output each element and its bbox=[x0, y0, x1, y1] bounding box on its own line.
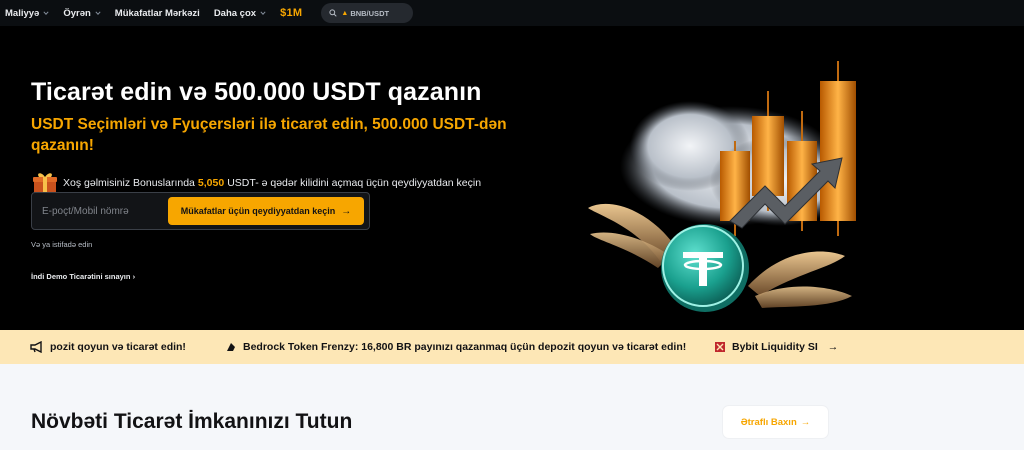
ticker-text: Bedrock Token Frenzy: 16,800 BR payınızı… bbox=[243, 341, 687, 353]
signup-form: Mükafatlar üçün qeydiyyatdan keçin → bbox=[31, 192, 370, 230]
token-icon bbox=[227, 343, 235, 351]
ticker-text: pozit qoyun və ticarət edin! bbox=[50, 341, 186, 353]
search-box[interactable]: ▲ BNB/USDT bbox=[321, 3, 414, 23]
promo-1m-badge[interactable]: $1M bbox=[280, 7, 302, 19]
nav-item-learn[interactable]: Öyrən bbox=[63, 7, 101, 19]
search-icon bbox=[329, 9, 338, 17]
email-phone-input[interactable] bbox=[42, 205, 162, 217]
section-title: Növbəti Ticarət İmkanınızı Tutun bbox=[31, 410, 353, 433]
demo-trading-link[interactable]: İndi Demo Ticarətini sınayın › bbox=[31, 272, 135, 281]
nav-item-label: Mükafatlar Mərkəzi bbox=[114, 7, 200, 19]
megaphone-icon bbox=[30, 341, 42, 353]
fire-icon: ▲ bbox=[341, 9, 349, 17]
ticker-item[interactable]: Bybit Liquidity SI → bbox=[714, 341, 838, 353]
learn-more-button[interactable]: Ətraflı Baxın → bbox=[723, 406, 828, 438]
nav-item-finance[interactable]: Maliyyə bbox=[5, 8, 49, 19]
nav-item-more[interactable]: Daha çox bbox=[214, 8, 266, 19]
hero-title: Ticarət edin və 500.000 USDT qazanın bbox=[31, 78, 482, 106]
chevron-right-icon: › bbox=[132, 272, 136, 281]
hero-banner: Ticarət edin və 500.000 USDT qazanın USD… bbox=[0, 26, 1024, 330]
opportunities-section: Növbəti Ticarət İmkanınızı Tutun Ətraflı… bbox=[0, 364, 1024, 450]
nav-item-label: Maliyyə bbox=[5, 7, 40, 19]
bonus-suffix: USDT- ə qədər kilidini açmaq üçün qeydiy… bbox=[227, 177, 482, 189]
arrow-right-icon: → bbox=[341, 205, 352, 217]
bonus-amount: 5,050 bbox=[197, 177, 225, 189]
learn-more-label: Ətraflı Baxın bbox=[740, 416, 797, 428]
signup-button-label: Mükafatlar üçün qeydiyyatdan keçin bbox=[180, 206, 336, 216]
ticker-item[interactable]: pozit qoyun və ticarət edin! bbox=[30, 341, 186, 353]
chevron-down-icon bbox=[95, 11, 101, 15]
chevron-down-icon bbox=[43, 11, 49, 15]
nav-item-rewards-hub[interactable]: Mükafatlar Mərkəzi bbox=[115, 8, 200, 19]
arrow-right-icon[interactable]: → bbox=[828, 341, 839, 353]
top-navigation: Maliyyə Öyrən Mükafatlar Mərkəzi Daha ço… bbox=[0, 0, 1024, 26]
hero-subtitle: USDT Seçimləri və Fyuçersləri ilə ticarə… bbox=[31, 116, 507, 154]
nav-item-label: Öyrən bbox=[63, 7, 91, 19]
announcement-ticker: pozit qoyun və ticarət edin! Bedrock Tok… bbox=[0, 330, 1024, 364]
nav-item-label: Daha çox bbox=[213, 7, 257, 19]
chevron-down-icon bbox=[260, 11, 266, 15]
ticker-text: Bybit Liquidity SI bbox=[732, 341, 818, 353]
arrow-right-icon: → bbox=[800, 416, 811, 428]
bonus-prefix: Xoş gəlmisiniz Bonuslarında bbox=[63, 177, 195, 189]
liquidity-icon bbox=[715, 342, 725, 352]
alt-signup-text: Və ya istifadə edin bbox=[31, 240, 93, 249]
signup-for-rewards-button[interactable]: Mükafatlar üçün qeydiyyatdan keçin → bbox=[168, 197, 364, 225]
winged-coin-illustration bbox=[588, 61, 856, 312]
ticker-item[interactable]: Bedrock Token Frenzy: 16,800 BR payınızı… bbox=[225, 341, 686, 353]
demo-link-label: İndi Demo Ticarətini sınayın bbox=[31, 272, 131, 281]
search-value: BNB/USDT bbox=[350, 8, 390, 18]
